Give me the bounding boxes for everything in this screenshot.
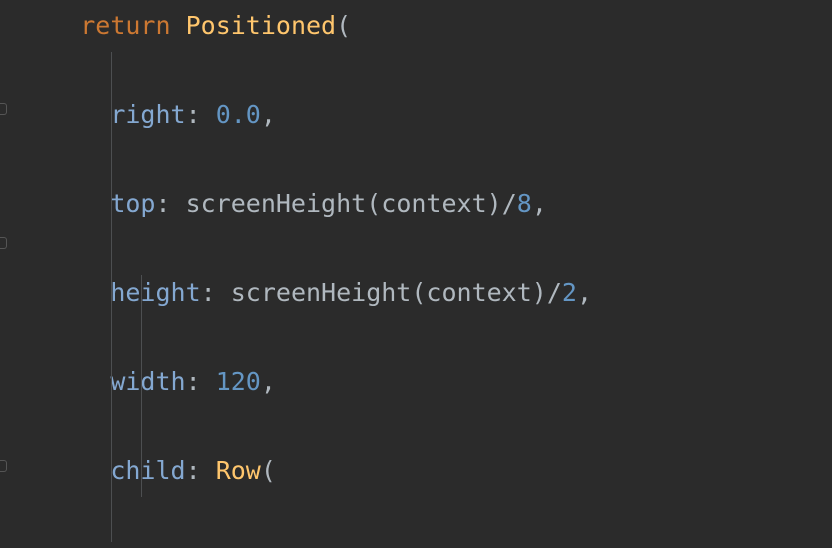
arg-context: context xyxy=(426,278,531,307)
class-row: Row xyxy=(216,456,261,485)
keyword-return: return xyxy=(80,11,170,40)
fn-screenheight: screenHeight xyxy=(186,189,367,218)
paren-open: ( xyxy=(261,456,276,485)
param-child: child xyxy=(110,456,185,485)
code-line: top: screenHeight(context)/8, xyxy=(20,182,832,227)
value-right: 0.0 xyxy=(216,100,261,129)
fold-gutter-mark[interactable] xyxy=(0,460,7,472)
code-line: return Positioned( xyxy=(20,4,832,49)
param-right: right xyxy=(110,100,185,129)
code-line: right: 0.0, xyxy=(20,93,832,138)
paren-open: ( xyxy=(336,11,351,40)
value-width: 120 xyxy=(216,367,261,396)
code-editor[interactable]: return Positioned( right: 0.0, top: scre… xyxy=(0,0,832,548)
fold-gutter-mark[interactable] xyxy=(0,103,7,115)
value-height-div: 2 xyxy=(562,278,577,307)
value-top-div: 8 xyxy=(517,189,532,218)
code-line: height: screenHeight(context)/2, xyxy=(20,271,832,316)
param-top: top xyxy=(110,189,155,218)
code-line: child: Row( xyxy=(20,449,832,494)
fn-screenheight: screenHeight xyxy=(231,278,412,307)
param-width: width xyxy=(110,367,185,396)
class-positioned: Positioned xyxy=(186,11,337,40)
arg-context: context xyxy=(381,189,486,218)
param-height: height xyxy=(110,278,200,307)
code-line: children: [ xyxy=(20,538,832,548)
code-line: width: 120, xyxy=(20,360,832,405)
fold-gutter-mark[interactable] xyxy=(0,237,7,249)
gutter xyxy=(0,0,8,548)
